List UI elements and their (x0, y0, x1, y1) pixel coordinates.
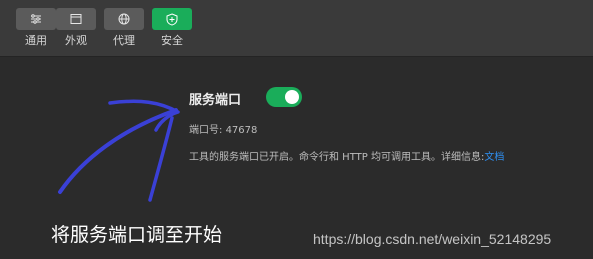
watermark: https://blog.csdn.net/weixin_52148295 (313, 231, 552, 247)
annotation-text: 将服务端口调至开始 (51, 224, 223, 246)
